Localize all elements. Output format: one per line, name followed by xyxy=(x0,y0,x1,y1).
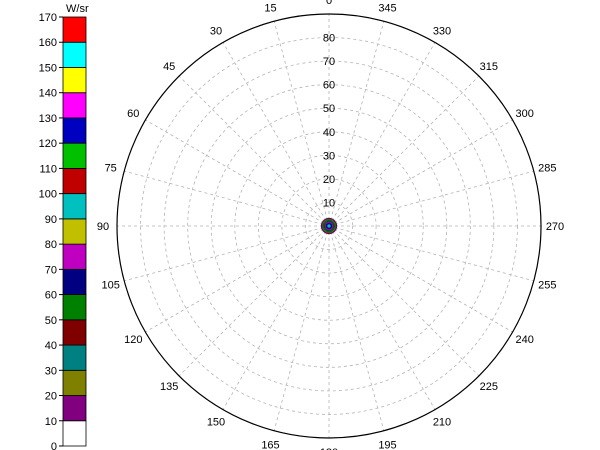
radial-label: 10 xyxy=(323,197,335,209)
angle-label: 135 xyxy=(160,381,178,393)
colorbar-swatch xyxy=(62,420,87,447)
colorbar-tick-label: 20 xyxy=(45,391,57,403)
angle-label: 300 xyxy=(516,108,534,120)
colorbar-tick-label: 100 xyxy=(39,189,57,201)
angle-label: 30 xyxy=(210,25,222,37)
colorbar-swatch xyxy=(62,16,87,43)
grid-spoke xyxy=(328,119,513,227)
angle-label: 240 xyxy=(516,334,534,346)
colorbar-swatch xyxy=(62,294,87,321)
colorbar-tick-label: 70 xyxy=(45,264,57,276)
colorbar-tick-label: 90 xyxy=(45,214,57,226)
angle-label: 75 xyxy=(105,163,117,175)
angle-label: 345 xyxy=(378,3,396,15)
colorbar-swatch xyxy=(62,344,87,371)
angle-label: 270 xyxy=(546,221,564,233)
colorbar-swatch xyxy=(62,142,87,169)
colorbar-tick-label: 140 xyxy=(39,88,57,100)
colorbar-swatch xyxy=(62,369,87,396)
polar-plot-area: 0153045607590105120135150165180195210225… xyxy=(97,0,564,450)
colorbar-tick-label: 0 xyxy=(51,441,57,450)
grid-spoke xyxy=(328,21,385,227)
grid-spoke xyxy=(178,225,330,377)
colorbar-swatch xyxy=(62,218,87,245)
colorbar-swatch xyxy=(62,243,87,270)
grid-spoke xyxy=(178,75,330,227)
colorbar: 0 10 20 30 40 50 60 70 80 90 100 110 120 130 140 150 160… xyxy=(39,12,87,450)
radial-label: 40 xyxy=(323,127,335,139)
angle-label: 225 xyxy=(480,381,498,393)
angle-label: 165 xyxy=(261,439,279,450)
colorbar-tick-label: 60 xyxy=(45,290,57,302)
colorbar-tick-label: 170 xyxy=(39,12,57,24)
radial-label: 20 xyxy=(323,174,335,186)
colorbar-tick-label: 30 xyxy=(45,365,57,377)
angle-label: 60 xyxy=(127,108,139,120)
angle-label: 150 xyxy=(207,417,225,429)
intensity-contour xyxy=(326,223,332,229)
grid-spoke xyxy=(328,225,534,282)
colorbar-unit-label: W/sr xyxy=(66,3,89,15)
colorbar-tick-label: 160 xyxy=(39,37,57,49)
colorbar-tick-label: 50 xyxy=(45,315,57,327)
angle-label: 15 xyxy=(264,3,276,15)
colorbar-tick-label: 40 xyxy=(45,340,57,352)
angle-label: 45 xyxy=(163,61,175,73)
radial-label: 50 xyxy=(323,103,335,115)
grid-spoke xyxy=(328,170,534,227)
grid-spoke xyxy=(273,21,330,227)
angle-label: 120 xyxy=(124,334,142,346)
angle-label: 315 xyxy=(480,61,498,73)
grid-spoke xyxy=(328,225,385,431)
angle-label: 285 xyxy=(538,163,556,175)
colorbar-swatch xyxy=(62,319,87,346)
angle-label: 105 xyxy=(102,279,120,291)
grid-spoke xyxy=(328,75,480,227)
colorbar-tick-label: 120 xyxy=(39,138,57,150)
angle-label: 0 xyxy=(326,0,332,7)
radial-label: 70 xyxy=(323,56,335,68)
grid-spoke xyxy=(328,225,480,377)
colorbar-tick-label: 150 xyxy=(39,62,57,74)
angle-label: 330 xyxy=(433,25,451,37)
colorbar-swatch xyxy=(62,268,87,295)
radial-label: 60 xyxy=(323,80,335,92)
colorbar-swatch xyxy=(62,168,87,195)
angle-label: 195 xyxy=(378,439,396,450)
colorbar-swatch xyxy=(62,92,87,119)
colorbar-tick-label: 10 xyxy=(45,416,57,428)
colorbar-swatch xyxy=(62,67,87,94)
colorbar-tick-label: 80 xyxy=(45,239,57,251)
colorbar-swatch xyxy=(62,193,87,220)
colorbar-swatch xyxy=(62,395,87,422)
colorbar-tick-label: 130 xyxy=(39,113,57,125)
angle-label: 255 xyxy=(538,279,556,291)
polar-intensity-plot: 0102030405060708090100110120130140150160… xyxy=(39,0,565,450)
radial-label: 30 xyxy=(323,150,335,162)
grid-spoke xyxy=(124,170,330,227)
angle-label: 90 xyxy=(97,221,109,233)
grid-spoke xyxy=(124,225,330,282)
radial-label: 80 xyxy=(323,33,335,45)
colorbar-swatch xyxy=(62,41,87,68)
colorbar-tick-label: 110 xyxy=(39,163,57,175)
angle-label: 210 xyxy=(433,417,451,429)
colorbar-swatch xyxy=(62,117,87,144)
grid-spoke xyxy=(273,225,330,431)
